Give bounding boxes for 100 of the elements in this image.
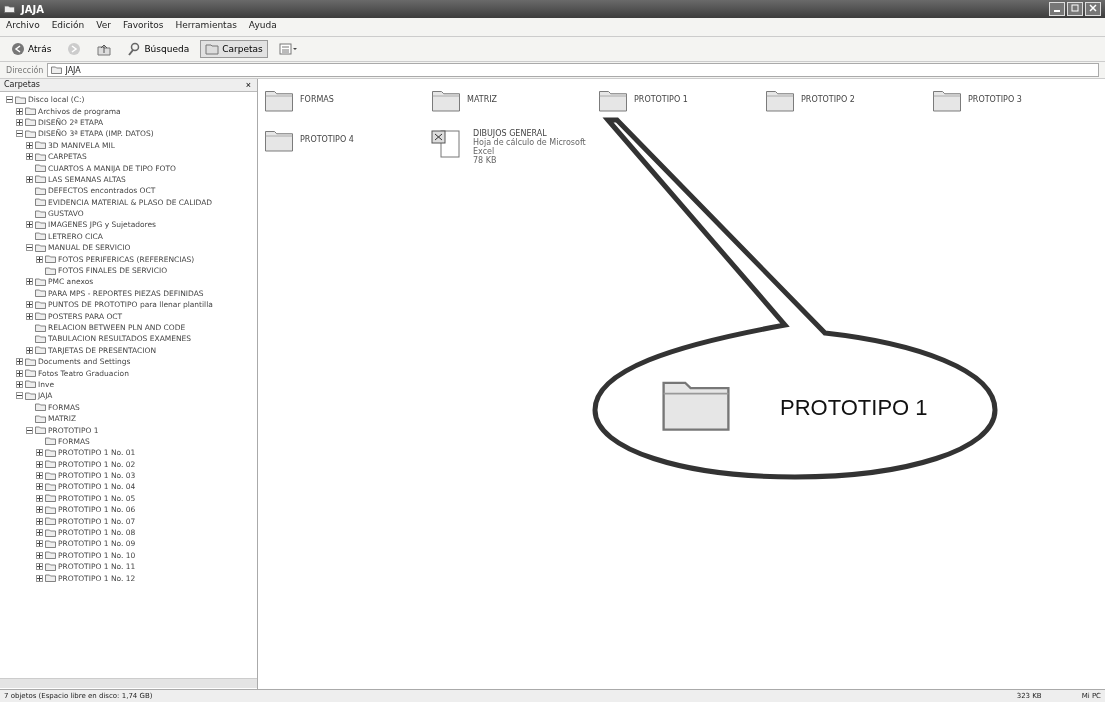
expand-icon[interactable] — [26, 221, 33, 229]
expand-icon[interactable] — [26, 301, 33, 309]
toolbar-button[interactable]: Búsqueda — [122, 40, 195, 58]
expand-icon[interactable] — [36, 506, 43, 514]
panel-title: Carpetas — [4, 80, 40, 90]
folder-icon — [35, 403, 46, 412]
folder-icon — [35, 243, 46, 252]
folder-icon — [35, 323, 46, 332]
folder-icon — [45, 494, 56, 503]
up-folder-icon — [97, 42, 112, 56]
toolbar-button[interactable]: Atrás — [6, 40, 57, 58]
folder-icon — [25, 369, 36, 378]
expand-icon[interactable] — [26, 278, 33, 286]
folder-icon — [35, 152, 46, 161]
folder-icon — [35, 300, 46, 309]
folder-icon — [35, 186, 46, 195]
folder-icon — [35, 277, 46, 286]
folder-icon — [35, 141, 46, 150]
expand-icon[interactable] — [26, 153, 33, 161]
close-button[interactable]: × — [243, 80, 253, 90]
expand-icon[interactable] — [36, 472, 43, 480]
folder-icon — [35, 164, 46, 173]
folder-icon — [35, 209, 46, 218]
expand-icon[interactable] — [16, 380, 23, 388]
views-icon — [278, 42, 297, 56]
toolbar-button[interactable]: Carpetas — [200, 40, 268, 58]
folder-icon — [25, 118, 36, 127]
folder-icon — [51, 66, 63, 74]
folders-icon — [205, 42, 220, 56]
maximize-icon — [1071, 4, 1079, 12]
expand-icon[interactable] — [36, 540, 43, 548]
collapse-icon[interactable] — [26, 426, 33, 434]
folder-icon — [35, 334, 46, 343]
menu-item[interactable]: Herramientas — [175, 20, 237, 34]
folder-icon — [35, 312, 46, 321]
expand-icon[interactable] — [36, 551, 43, 559]
expand-icon[interactable] — [36, 449, 43, 457]
folder-icon — [45, 437, 56, 446]
close-button[interactable] — [1085, 2, 1101, 16]
folder-icon — [45, 562, 56, 571]
folder-icon — [45, 471, 56, 480]
collapse-icon[interactable] — [26, 244, 33, 252]
folder-icon — [35, 175, 46, 184]
folder-icon — [25, 107, 36, 116]
folder-icon — [35, 426, 46, 434]
folder-icon — [35, 221, 46, 229]
folder-name[interactable]: PROTOTIPO 1 — [634, 95, 688, 104]
collapse-icon[interactable] — [16, 392, 23, 400]
menu-item[interactable]: Archivo — [6, 20, 40, 34]
expand-icon[interactable] — [36, 255, 43, 263]
expand-icon[interactable] — [26, 175, 33, 183]
folder-name[interactable]: PROTOTIPO 3 — [968, 95, 1022, 104]
expand-icon[interactable] — [36, 517, 43, 525]
address-label: Dirección — [6, 65, 44, 75]
expand-icon[interactable] — [26, 141, 33, 149]
expand-icon[interactable] — [36, 483, 43, 491]
window-title: JAJA — [21, 3, 44, 15]
horizontal-scrollbar[interactable] — [0, 678, 257, 688]
menu-item[interactable]: Edición — [51, 20, 85, 34]
file-size: 78 KB — [473, 156, 498, 165]
maximize-button[interactable] — [1067, 2, 1083, 16]
expand-icon[interactable] — [36, 529, 43, 537]
folder-icon — [45, 539, 56, 548]
expand-icon[interactable] — [26, 312, 33, 320]
folder-icon — [25, 129, 36, 138]
expand-icon[interactable] — [16, 369, 23, 377]
folder-name[interactable]: MATRIZ — [467, 95, 498, 104]
folder-icon — [45, 528, 56, 537]
file-type: Hoja de cálculo de Microsoft Excel — [473, 138, 587, 156]
folder-icon — [45, 448, 56, 457]
menu-item[interactable]: Ayuda — [248, 20, 277, 34]
expand-icon[interactable] — [36, 574, 43, 582]
folder-icon — [45, 517, 56, 526]
folder-icon — [4, 5, 15, 13]
folder-name[interactable]: PROTOTIPO 2 — [801, 95, 855, 104]
expand-icon[interactable] — [16, 358, 23, 366]
collapse-icon[interactable] — [16, 130, 23, 138]
folder-icon — [45, 574, 56, 583]
menu-item[interactable]: Ver — [96, 20, 111, 34]
expand-icon[interactable] — [36, 563, 43, 571]
expand-icon[interactable] — [26, 346, 33, 354]
folder-icon — [45, 505, 56, 514]
file-name[interactable]: DIBUJOS GENERAL — [473, 129, 598, 138]
expand-icon[interactable] — [16, 107, 23, 115]
expand-icon[interactable] — [36, 460, 43, 468]
folder-name[interactable]: FORMAS — [300, 95, 334, 104]
folder-name[interactable]: PROTOTIPO 4 — [300, 135, 354, 144]
folder-icon — [25, 380, 36, 389]
address-field[interactable]: JAJA — [47, 63, 1099, 77]
folder-icon — [25, 391, 36, 400]
folder-icon — [35, 346, 46, 355]
folder-icon — [35, 198, 46, 207]
expand-icon[interactable] — [16, 118, 23, 126]
collapse-icon[interactable] — [6, 96, 13, 104]
folder-icon — [45, 255, 56, 264]
expand-icon[interactable] — [36, 494, 43, 502]
folder-icon — [25, 357, 36, 366]
menu-item[interactable]: Favoritos — [122, 20, 164, 34]
minimize-button[interactable] — [1049, 2, 1065, 16]
search-icon — [127, 42, 142, 56]
